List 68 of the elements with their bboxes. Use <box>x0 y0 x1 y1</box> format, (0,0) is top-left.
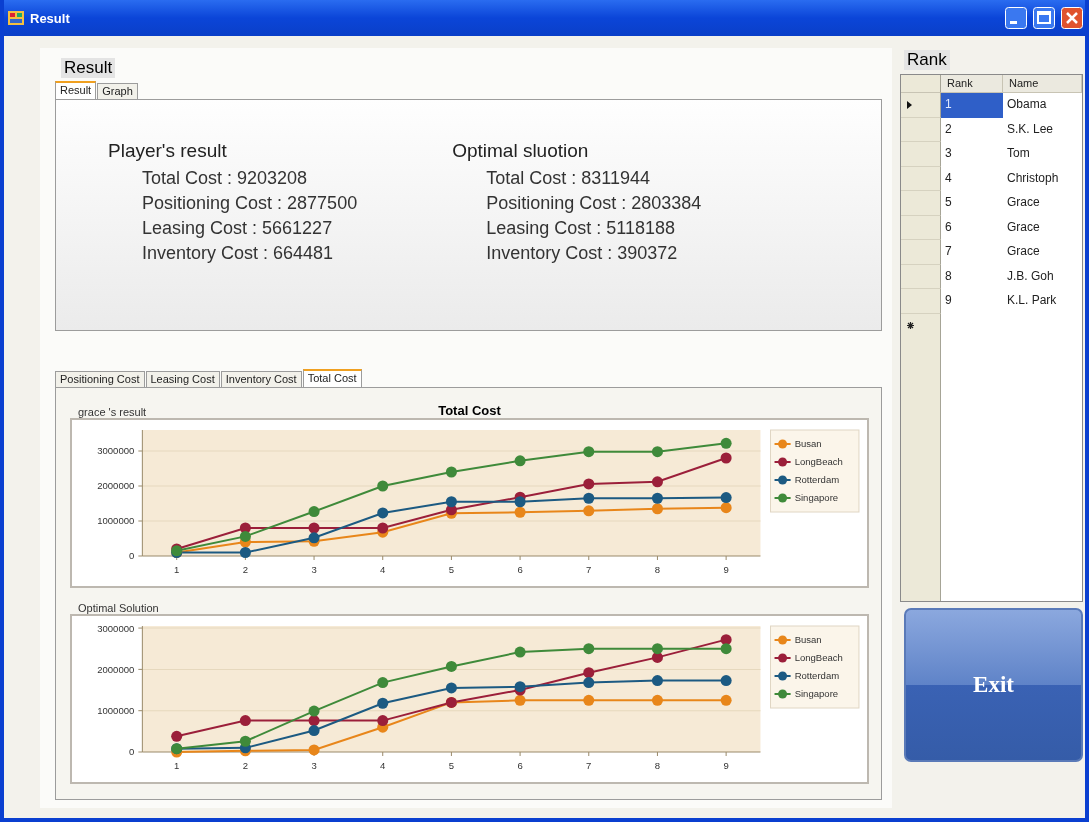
legend-label: Rotterdam <box>794 670 840 682</box>
axis-tick-label: 3000000 <box>97 622 135 634</box>
table-cell-text: Grace <box>1006 243 1041 260</box>
axis-tick-label: 1000000 <box>97 705 135 717</box>
legend-label: Rotterdam <box>794 474 840 486</box>
axis-tick-label: 4 <box>380 564 386 575</box>
axis-tick-label: 7 <box>586 760 592 771</box>
legend-label: Singapore <box>794 688 839 700</box>
table-cell-text: 4 <box>944 169 953 187</box>
axis-tick-label: 2 <box>242 564 249 575</box>
group-label: Result <box>61 58 116 78</box>
table-cell-text: 6 <box>944 218 953 236</box>
table-cell-text: K.L. Park <box>1006 292 1058 309</box>
legend-label: Busan <box>794 438 822 450</box>
axis-tick-label: 9 <box>723 760 729 771</box>
window-title: Result <box>30 10 71 26</box>
axis-tick-label: 0 <box>129 746 135 758</box>
table-cell-text: 5 <box>944 194 953 211</box>
axis-tick-label: 3000000 <box>97 445 135 457</box>
cost-text: Leasing Cost : 5118188 <box>485 217 676 240</box>
chart-label: grace 's result <box>77 406 148 418</box>
table-cell-text: Obama <box>1006 96 1048 113</box>
table-cell-text: 8 <box>944 267 953 285</box>
axis-tick-label: 3 <box>311 564 317 575</box>
table-cell-text: Grace <box>1006 194 1041 211</box>
axis-tick-label: 1000000 <box>97 515 135 527</box>
cost-text: Inventory Cost : 390372 <box>485 242 679 265</box>
group-label: Rank <box>904 50 950 70</box>
legend-label: Singapore <box>794 492 839 504</box>
legend-label: Busan <box>794 634 822 646</box>
axis-tick-label: 2000000 <box>97 663 135 675</box>
result-heading: Player's result <box>108 140 228 162</box>
cost-text: Positioning Cost : 2877500 <box>141 192 358 215</box>
axis-tick-label: 5 <box>448 564 455 575</box>
table-cell: 1 <box>941 93 1003 118</box>
axis-tick-label: 7 <box>586 564 592 575</box>
cost-text: Total Cost : 8311944 <box>485 167 651 190</box>
axis-tick-label: 1 <box>174 564 180 575</box>
axis-tick-label: 6 <box>517 564 523 575</box>
table-cell-text: Grace <box>1006 218 1041 236</box>
table-cell-text: 9 <box>944 292 953 309</box>
axis-tick-label: 6 <box>517 760 523 771</box>
legend-label: LongBeach <box>794 652 843 664</box>
axis-tick-label: 8 <box>654 564 661 575</box>
axis-tick-label: 4 <box>380 760 386 771</box>
table-cell-text: J.B. Goh <box>1006 267 1055 285</box>
axis-tick-label: 2 <box>242 760 249 771</box>
axis-tick-label: 2000000 <box>97 480 135 492</box>
axis-tick-label: 8 <box>654 760 661 771</box>
axis-tick-label: 0 <box>129 550 135 562</box>
axis-tick-label: 1 <box>174 760 180 771</box>
cost-text: Total Cost : 9203208 <box>141 167 309 190</box>
axis-tick-label: 9 <box>723 564 729 575</box>
table-cell-text: 2 <box>944 120 953 138</box>
table-cell-text: Tom <box>1006 145 1031 162</box>
table-cell-text: S.K. Lee <box>1006 120 1055 138</box>
table-cell-text: 3 <box>944 145 953 162</box>
cost-text: Inventory Cost : 664481 <box>141 242 335 265</box>
cost-text: Leasing Cost : 5661227 <box>141 217 334 240</box>
cost-text: Positioning Cost : 2803384 <box>485 192 702 215</box>
result-heading: Optimal sluotion <box>452 140 590 162</box>
axis-tick-label: 5 <box>448 760 455 771</box>
chart-title: Total Cost <box>438 403 501 418</box>
axis-tick-label: 3 <box>311 760 317 771</box>
legend-label: LongBeach <box>794 456 843 468</box>
table-cell-text: 7 <box>944 243 953 260</box>
table-cell-text: Christoph <box>1006 169 1060 187</box>
chart-label: Optimal Solution <box>77 602 160 614</box>
